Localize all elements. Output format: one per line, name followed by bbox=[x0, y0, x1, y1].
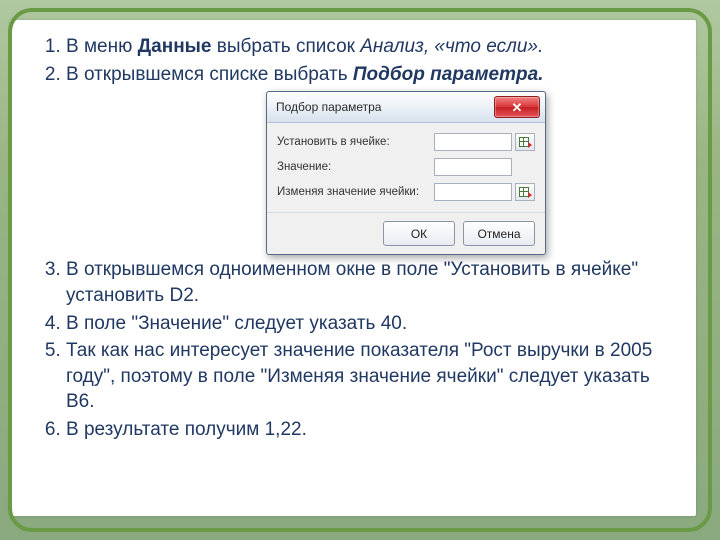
cancel-button[interactable]: Отмена bbox=[463, 221, 535, 246]
dialog-button-row: ОК Отмена bbox=[267, 212, 545, 254]
step-5-text: Так как нас интересует значение показате… bbox=[66, 340, 652, 412]
slide: В меню Данные выбрать список Анализ, «чт… bbox=[0, 0, 720, 540]
row-change-cell: Изменяя значение ячейки: bbox=[277, 183, 535, 201]
label-value: Значение: bbox=[277, 160, 434, 176]
step-3: В открывшемся одноименном окне в поле "У… bbox=[66, 257, 670, 308]
dialog-titlebar[interactable]: Подбор параметра ✕ bbox=[267, 92, 545, 123]
step-list: В меню Данные выбрать список Анализ, «чт… bbox=[22, 34, 670, 443]
ok-label: ОК bbox=[411, 226, 427, 242]
ref-button-change-cell[interactable] bbox=[515, 183, 535, 201]
row-set-cell: Установить в ячейке: bbox=[277, 133, 535, 151]
row-value: Значение: bbox=[277, 158, 535, 176]
input-change-cell[interactable] bbox=[434, 183, 512, 201]
step-4-text: В поле "Значение" следует указать 40. bbox=[66, 313, 407, 334]
step-1-bold: Данные bbox=[138, 36, 212, 57]
cancel-label: Отмена bbox=[477, 226, 520, 242]
label-change-cell: Изменяя значение ячейки: bbox=[277, 185, 434, 201]
step-6: В результате получим 1,22. bbox=[66, 417, 670, 443]
step-1-text-a: В меню bbox=[66, 36, 138, 57]
dialog-title: Подбор параметра bbox=[276, 99, 494, 115]
close-button[interactable]: ✕ bbox=[494, 96, 540, 118]
step-2-bolditalic: Подбор параметра. bbox=[353, 64, 544, 85]
step-1-italic: Анализ, «что если». bbox=[360, 36, 543, 57]
step-6-text: В результате получим 1,22. bbox=[66, 419, 307, 440]
ref-button-set-cell[interactable] bbox=[515, 133, 535, 151]
label-set-cell: Установить в ячейке: bbox=[277, 135, 434, 151]
range-select-icon bbox=[519, 137, 531, 147]
dialog-container: Подбор параметра ✕ Установить в ячейке: bbox=[66, 87, 670, 255]
step-4: В поле "Значение" следует указать 40. bbox=[66, 311, 670, 337]
goal-seek-dialog: Подбор параметра ✕ Установить в ячейке: bbox=[266, 91, 546, 255]
ok-button[interactable]: ОК bbox=[383, 221, 455, 246]
step-2-text-a: В открывшемся списке выбрать bbox=[66, 64, 353, 85]
content-panel: В меню Данные выбрать список Анализ, «чт… bbox=[10, 20, 696, 516]
step-3-text: В открывшемся одноименном окне в поле "У… bbox=[66, 259, 638, 306]
step-2: В открывшемся списке выбрать Подбор пара… bbox=[66, 62, 670, 256]
close-icon: ✕ bbox=[512, 101, 523, 114]
step-1-text-c: выбрать список bbox=[211, 36, 360, 57]
input-set-cell[interactable] bbox=[434, 133, 512, 151]
input-value[interactable] bbox=[434, 158, 512, 176]
step-1: В меню Данные выбрать список Анализ, «чт… bbox=[66, 34, 670, 60]
step-5: Так как нас интересует значение показате… bbox=[66, 338, 670, 415]
dialog-body: Установить в ячейке: Значение: bbox=[267, 123, 545, 212]
range-select-icon bbox=[519, 187, 531, 197]
